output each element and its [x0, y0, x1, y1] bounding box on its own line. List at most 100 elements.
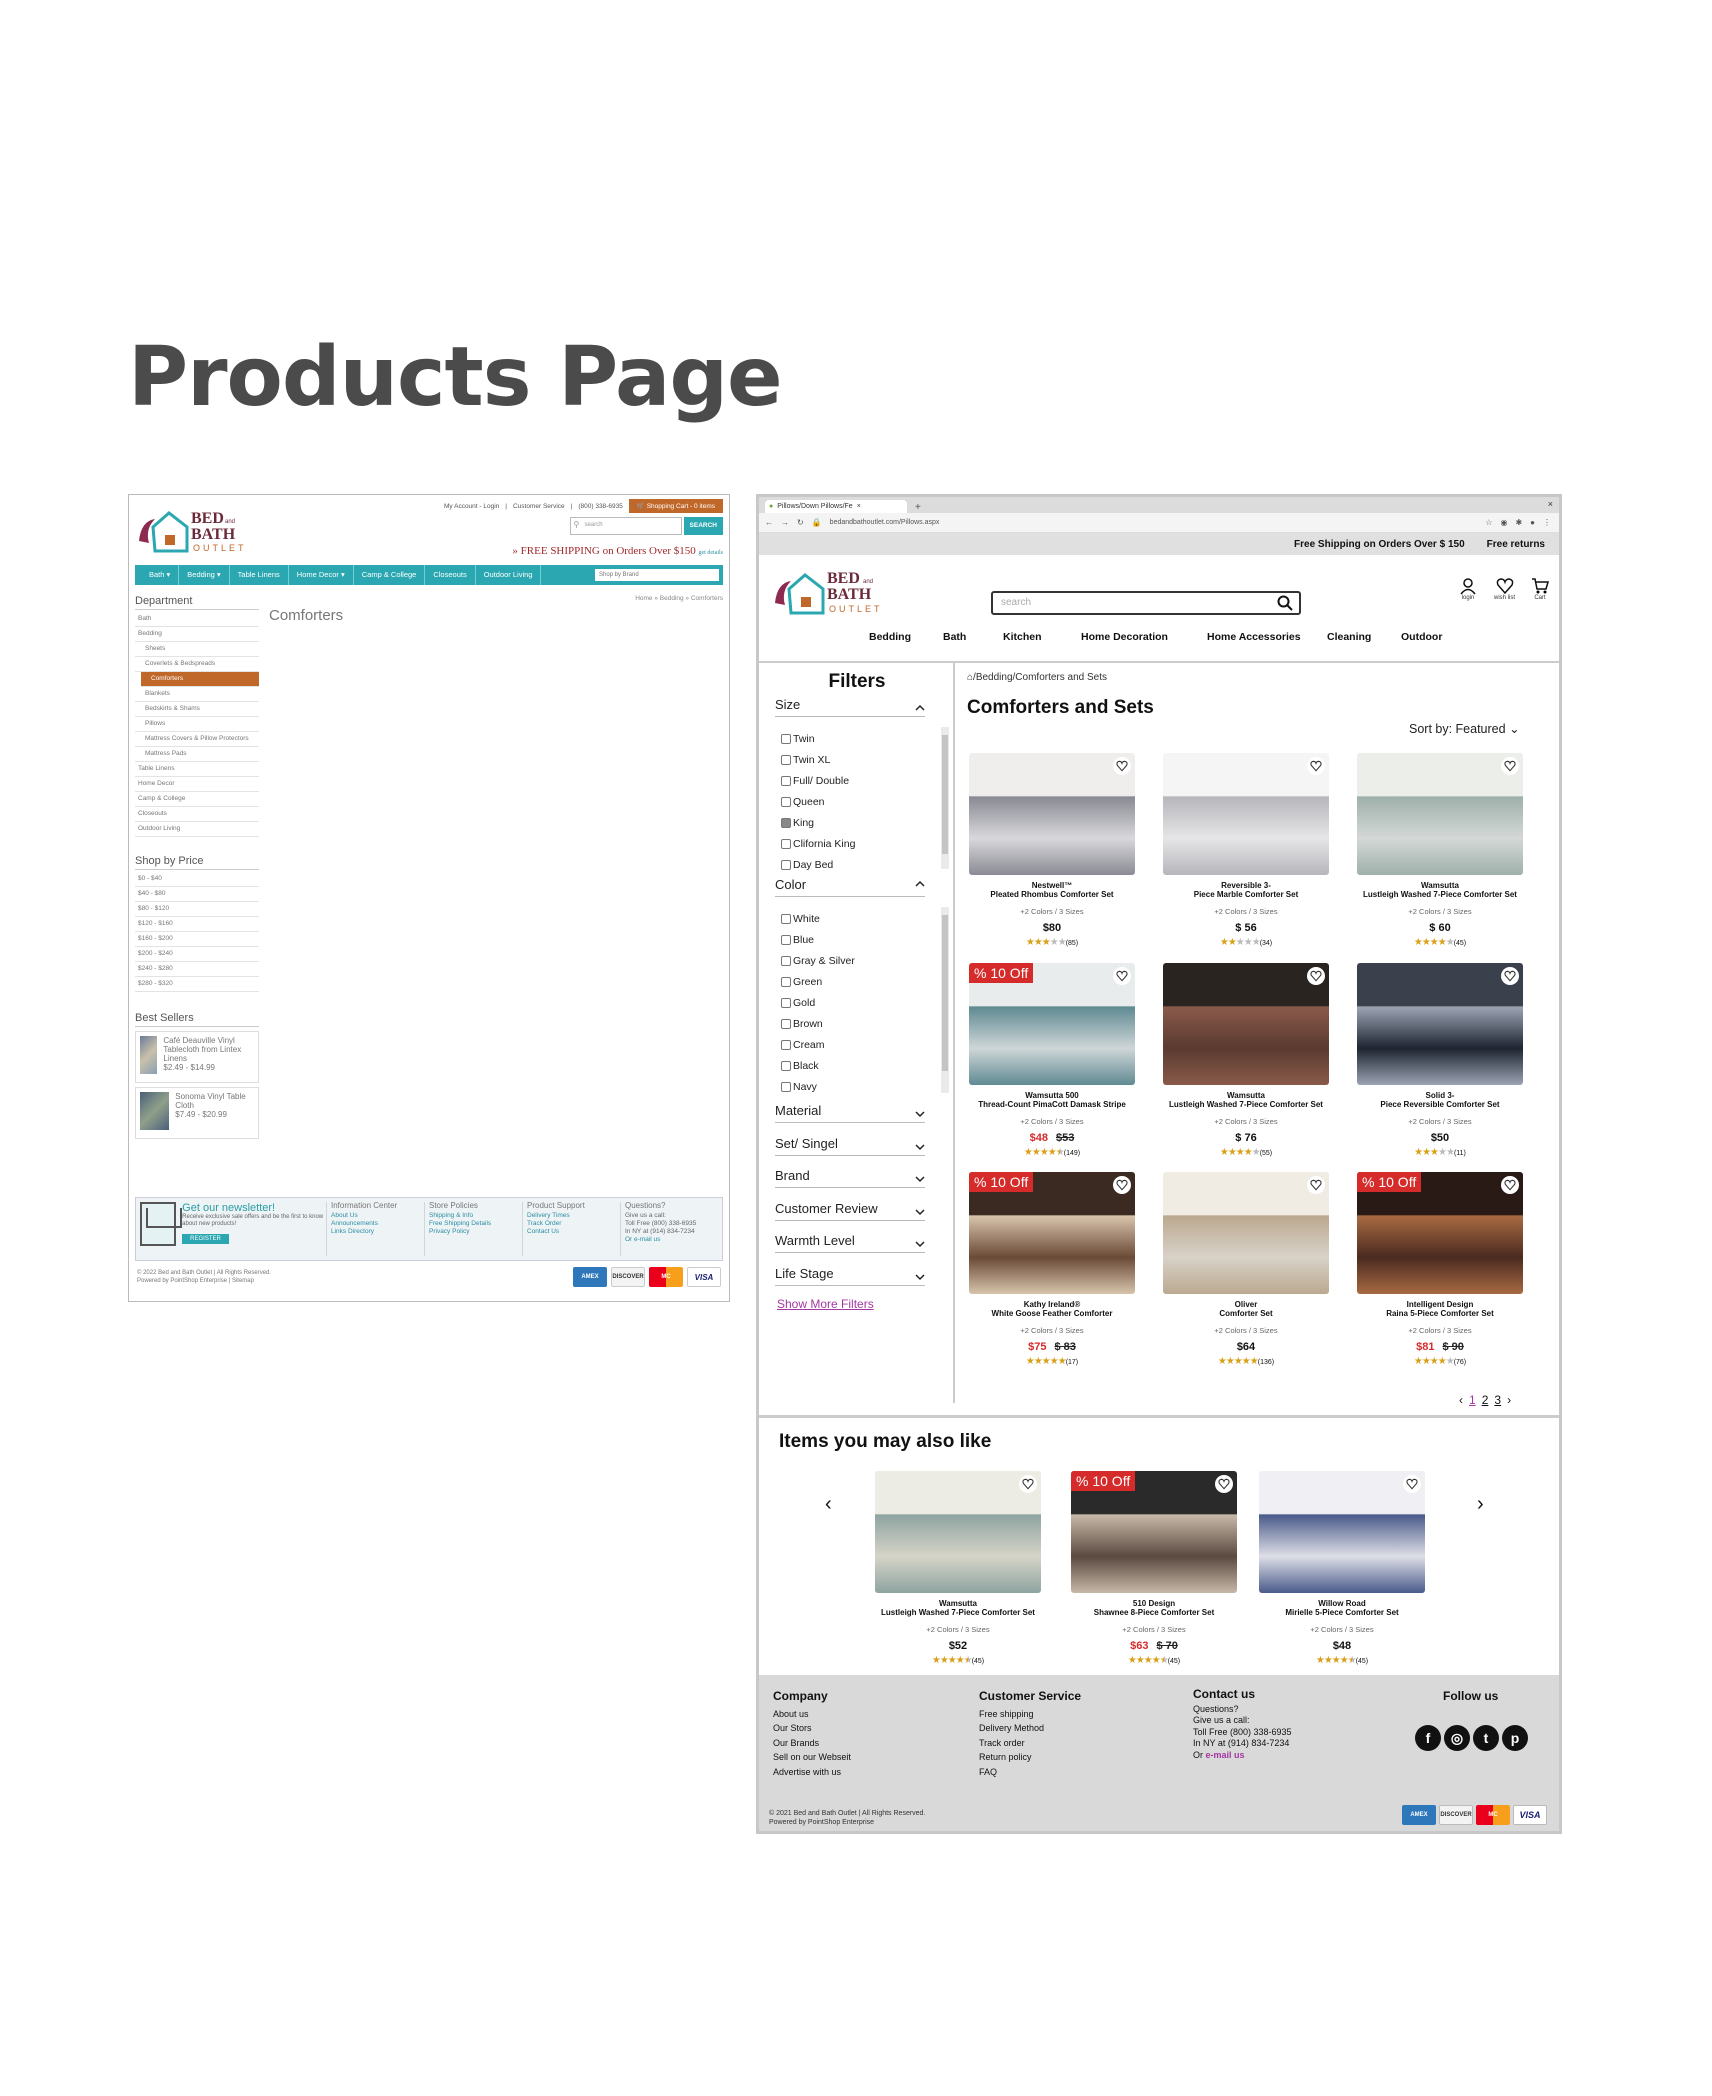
sidebar-item[interactable]: Pillows — [135, 717, 259, 732]
sidebar-item[interactable]: Camp & College — [135, 792, 259, 807]
best-seller-item[interactable]: Café Deauville Vinyl Tablecloth from Lin… — [135, 1031, 259, 1083]
instagram-icon[interactable]: ◎ — [1444, 1725, 1470, 1751]
footer-link[interactable]: Advertise with us — [773, 1765, 851, 1780]
sidebar-item[interactable]: Bedding — [135, 627, 259, 642]
filter-option[interactable]: Twin — [781, 733, 815, 745]
checkbox[interactable] — [781, 914, 791, 924]
checkbox[interactable] — [781, 977, 791, 987]
color-scrollbar[interactable] — [941, 907, 949, 1093]
filter-option[interactable]: Full/ Double — [781, 775, 849, 787]
price-range-link[interactable]: $0 - $40 — [135, 872, 259, 887]
filter-option[interactable]: Blue — [781, 934, 814, 946]
star-icon[interactable]: ☆ — [1485, 518, 1492, 527]
price-range-link[interactable]: $240 - $280 — [135, 962, 259, 977]
wishlist-heart-icon[interactable] — [1307, 757, 1325, 775]
footer-link[interactable]: Return policy — [979, 1750, 1081, 1765]
product-image[interactable]: % 10 Off — [1357, 1172, 1523, 1294]
sidebar-item[interactable]: Mattress Covers & Pillow Protectors — [135, 732, 259, 747]
product-name[interactable]: Raina 5-Piece Comforter Set — [1355, 1309, 1525, 1318]
breadcrumb-path[interactable]: /Bedding/Comforters and Sets — [973, 672, 1107, 683]
product-card[interactable]: Reversible 3- Piece Marble Comforter Set +… — [1161, 753, 1331, 948]
url-field[interactable]: bedandbathoutlet.com/Pillows.aspx — [830, 519, 940, 526]
product-image[interactable]: % 10 Off — [1071, 1471, 1237, 1593]
product-name[interactable]: Lustleigh Washed 7-Piece Comforter Set — [1355, 890, 1525, 899]
close-tab-icon[interactable]: × — [857, 503, 861, 510]
show-more-filters-link[interactable]: Show More Filters — [777, 1297, 874, 1311]
sidebar-item[interactable]: Comforters — [141, 672, 259, 687]
product-card[interactable]: Wamsutta Lustleigh Washed 7-Piece Comfort… — [873, 1471, 1043, 1666]
profile-icon[interactable]: ● — [1530, 518, 1535, 527]
filter-color-header[interactable]: Color — [775, 877, 925, 897]
product-name[interactable]: Pleated Rhombus Comforter Set — [967, 890, 1137, 899]
sidebar-item[interactable]: Coverlets & Bedspreads — [135, 657, 259, 672]
customer-service-link[interactable]: Customer Service — [513, 503, 565, 510]
product-card[interactable]: Willow Road Mirielle 5-Piece Comforter Se… — [1257, 1471, 1427, 1666]
product-card[interactable]: Solid 3- Piece Reversible Comforter Set +2… — [1355, 963, 1525, 1158]
product-image[interactable] — [1357, 753, 1523, 875]
filter-option[interactable]: Day Bed — [781, 859, 833, 871]
filter-section-header[interactable]: Brand — [775, 1168, 925, 1188]
footer-link[interactable]: Contact Us — [527, 1228, 620, 1236]
filter-option[interactable]: Clifornia King — [781, 838, 855, 850]
nav-home-accessories[interactable]: Home Accessories — [1207, 631, 1301, 643]
nav-bedding[interactable]: Bedding — [869, 631, 911, 643]
filter-section-header[interactable]: Material — [775, 1103, 925, 1123]
facebook-icon[interactable]: f — [1415, 1725, 1441, 1751]
email-link[interactable]: e-mail us — [1206, 1750, 1245, 1760]
product-card[interactable]: Oliver Comforter Set +2 Colors / 3 Sizes $6… — [1161, 1172, 1331, 1367]
footer-link[interactable]: Track Order — [527, 1220, 620, 1228]
nav-cleaning[interactable]: Cleaning — [1327, 631, 1371, 643]
checkbox[interactable] — [781, 818, 791, 828]
product-image[interactable] — [1163, 963, 1329, 1085]
checkbox[interactable] — [781, 1019, 791, 1029]
product-card[interactable]: % 10 Off 510 Design Shawnee 8-Piece Comfor… — [1069, 1471, 1239, 1666]
sort-dropdown[interactable]: Sort by: Featured ⌄ — [1409, 721, 1520, 736]
wishlist-heart-icon[interactable] — [1019, 1475, 1037, 1493]
product-name[interactable]: Mirielle 5-Piece Comforter Set — [1257, 1608, 1427, 1617]
footer-link[interactable]: Our Brands — [773, 1736, 851, 1751]
filter-section-header[interactable]: Set/ Singel — [775, 1136, 925, 1156]
search-button[interactable]: SEARCH — [683, 517, 723, 535]
puzzle-icon[interactable]: ✱ — [1515, 518, 1522, 527]
sidebar-item[interactable]: Blankets — [135, 687, 259, 702]
footer-link[interactable]: Delivery Times — [527, 1212, 620, 1220]
filter-option[interactable]: Twin XL — [781, 754, 830, 766]
prev-page-icon[interactable]: ‹ — [1459, 1393, 1463, 1407]
cart-button[interactable]: 🛒 Shopping Cart - 0 items — [628, 499, 723, 513]
sidebar-item[interactable]: Bath — [135, 612, 259, 627]
nav-bath[interactable]: Bath ▾ — [141, 565, 180, 585]
search-icon[interactable] — [1277, 595, 1293, 611]
cart-button[interactable]: Cart — [1531, 577, 1549, 601]
pinterest-icon[interactable]: p — [1502, 1725, 1528, 1751]
footer-link[interactable]: Free Shipping Details — [429, 1220, 522, 1228]
checkbox[interactable] — [781, 935, 791, 945]
back-icon[interactable]: ← — [765, 518, 773, 527]
nav-kitchen[interactable]: Kitchen — [1003, 631, 1042, 643]
filter-option[interactable]: Black — [781, 1060, 819, 1072]
footer-link[interactable]: Our Stors — [773, 1721, 851, 1736]
nav-home-decoration[interactable]: Home Decoration — [1081, 631, 1168, 643]
wishlist-heart-icon[interactable] — [1501, 1176, 1519, 1194]
product-name[interactable]: Lustleigh Washed 7-Piece Comforter Set — [1161, 1100, 1331, 1109]
next-page-icon[interactable]: › — [1507, 1393, 1511, 1407]
price-range-link[interactable]: $120 - $160 — [135, 917, 259, 932]
sidebar-item[interactable]: Closeouts — [135, 807, 259, 822]
checkbox[interactable] — [781, 1082, 791, 1092]
product-name[interactable]: Comforter Set — [1161, 1309, 1331, 1318]
carousel-prev-icon[interactable]: ‹ — [825, 1493, 832, 1516]
sidebar-item[interactable]: Table Linens — [135, 762, 259, 777]
product-card[interactable]: % 10 Off Wamsutta 500 Thread-Count PimaCot… — [967, 963, 1137, 1158]
footer-link[interactable]: Delivery Method — [979, 1721, 1081, 1736]
filter-option[interactable]: Gray & Silver — [781, 955, 855, 967]
filter-option[interactable]: King — [781, 817, 814, 829]
email-link[interactable]: Or e-mail us — [625, 1236, 718, 1244]
wishlist-heart-icon[interactable] — [1501, 757, 1519, 775]
wishlist-heart-icon[interactable] — [1113, 967, 1131, 985]
extension-icon[interactable]: ◉ — [1500, 518, 1507, 527]
product-card[interactable]: Wamsutta Lustleigh Washed 7-Piece Comfort… — [1161, 963, 1331, 1158]
product-name[interactable]: White Goose Feather Comforter — [967, 1309, 1137, 1318]
price-range-link[interactable]: $40 - $80 — [135, 887, 259, 902]
footer-link[interactable]: Announcements — [331, 1220, 424, 1228]
nav-outdoor-living[interactable]: Outdoor Living — [476, 565, 542, 585]
checkbox[interactable] — [781, 839, 791, 849]
